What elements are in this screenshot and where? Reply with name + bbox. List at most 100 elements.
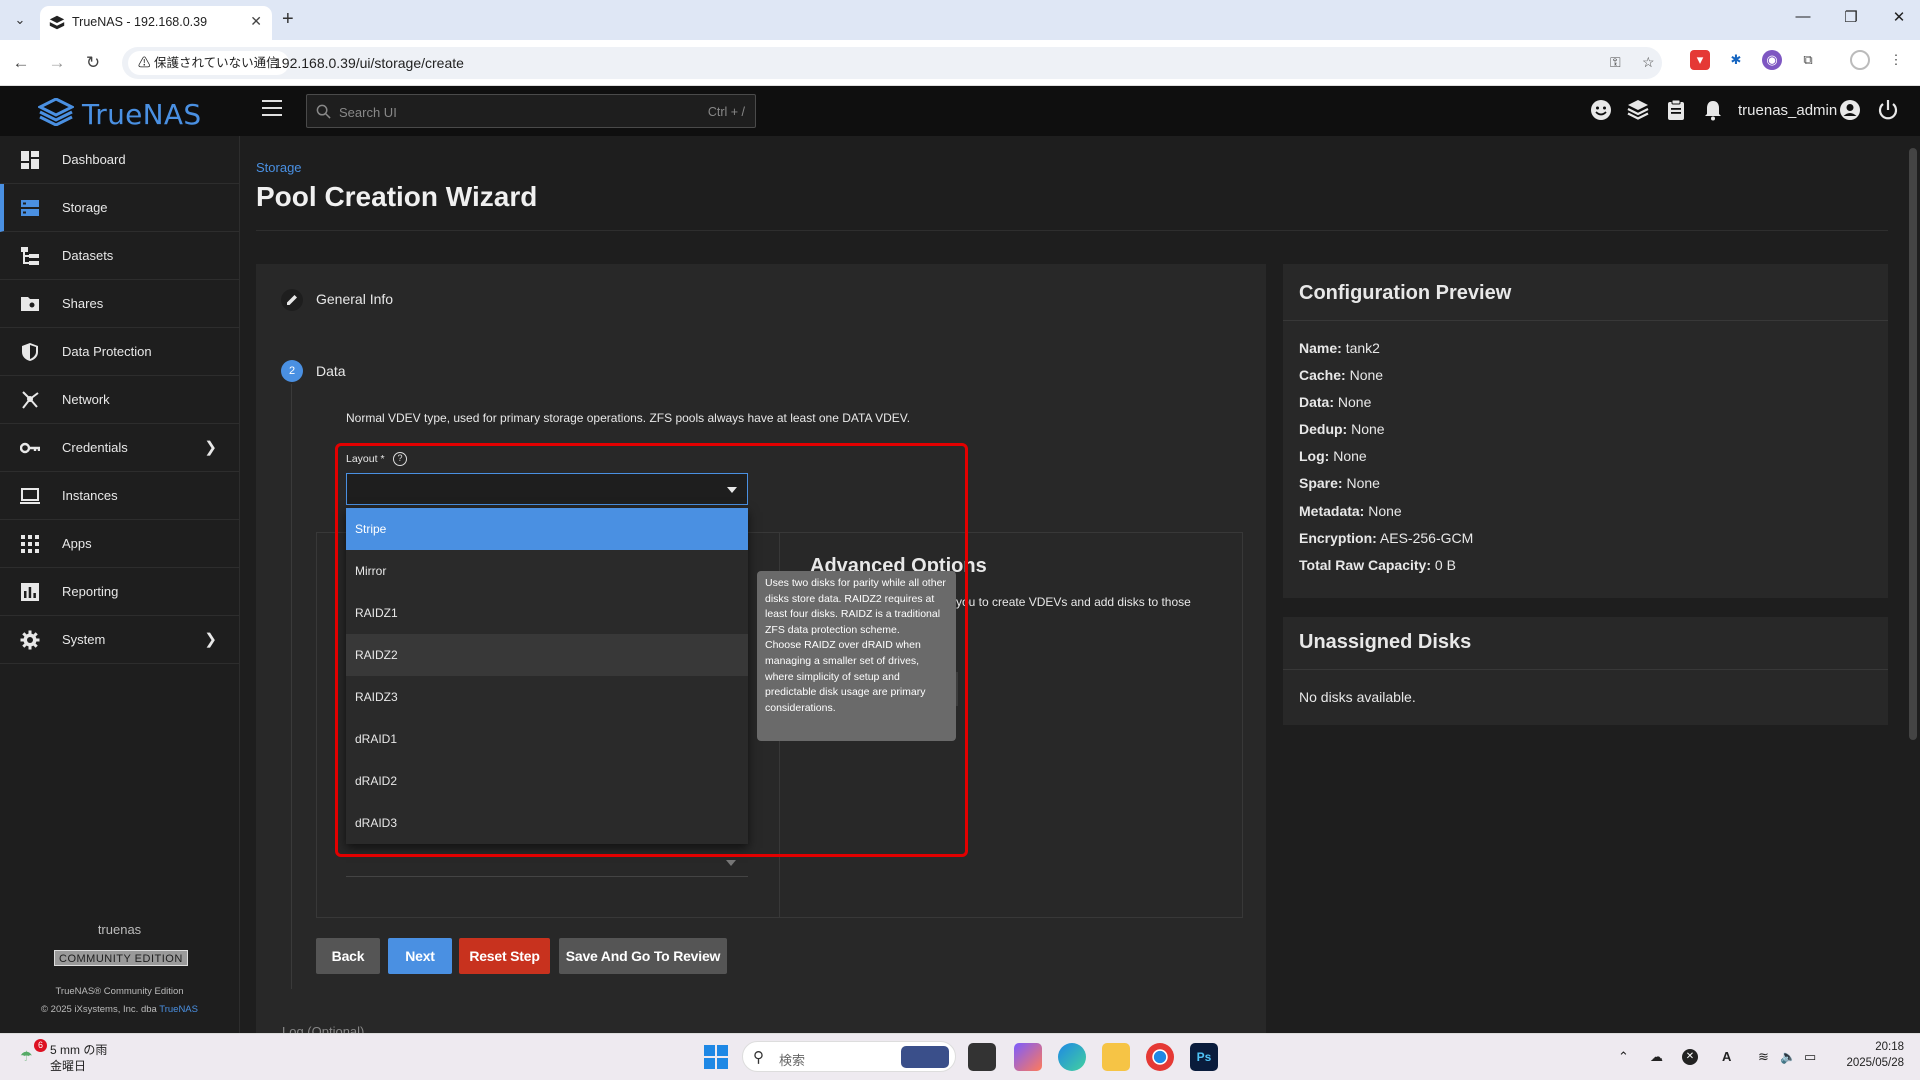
reset-step-button[interactable]: Reset Step — [459, 938, 550, 974]
search-input[interactable]: Search UI Ctrl + / — [306, 94, 756, 128]
clock-date[interactable]: 2025/05/28 — [1836, 1057, 1904, 1069]
menu-toggle-icon[interactable] — [262, 100, 282, 121]
browser-menu-icon[interactable]: ⋮ — [1886, 50, 1906, 70]
feedback-smiley-icon[interactable] — [1589, 98, 1613, 122]
chart-icon — [21, 583, 39, 601]
sidebar-item-label: Apps — [62, 536, 92, 551]
onedrive-cloud-icon[interactable]: ☁ — [1650, 1049, 1663, 1065]
dropdown-arrow-icon[interactable] — [726, 860, 736, 866]
weather-rain-icon[interactable]: ☂ — [20, 1048, 33, 1065]
reload-icon[interactable]: ↻ — [80, 50, 106, 76]
ime-indicator-icon[interactable]: A — [1722, 1049, 1731, 1064]
stepper-line — [291, 384, 292, 989]
chevron-right-icon: ❯ — [204, 631, 217, 648]
config-row-data: Data: None — [1299, 394, 1372, 410]
configuration-preview-title: Configuration Preview — [1299, 282, 1512, 304]
tab-close-icon[interactable]: ✕ — [250, 13, 262, 30]
extension-icon[interactable]: ✱ — [1726, 50, 1746, 70]
sidebar-item-storage[interactable]: Storage — [0, 184, 239, 232]
dashboard-icon — [21, 151, 39, 169]
url-text[interactable]: 192.168.0.39/ui/storage/create — [274, 55, 464, 71]
minimize-button[interactable]: — — [1788, 8, 1818, 25]
sidebar-item-network[interactable]: Network — [0, 376, 239, 424]
browser-tab[interactable]: TrueNAS - 192.168.0.39 ✕ — [40, 6, 272, 40]
weather-text[interactable]: 5 mm の雨 — [50, 1041, 107, 1058]
sidebar-item-instances[interactable]: Instances — [0, 472, 239, 520]
sidebar-item-apps[interactable]: Apps — [0, 520, 239, 568]
security-chip-label: 保護されていない通信 — [153, 56, 279, 70]
volume-icon[interactable]: 🔈 — [1780, 1049, 1796, 1065]
tray-overflow-icon[interactable]: ⌃ — [1618, 1049, 1629, 1065]
sidebar-item-data-protection[interactable]: Data Protection — [0, 328, 239, 376]
account-circle-icon[interactable] — [1838, 98, 1862, 122]
jobs-clipboard-icon[interactable] — [1664, 98, 1688, 122]
breadcrumb[interactable]: Storage — [256, 160, 302, 175]
windows-start-icon[interactable] — [704, 1045, 728, 1069]
hostname: truenas — [97, 922, 142, 937]
security-chip[interactable]: ⚠ 保護されていない通信 — [128, 51, 289, 75]
key-icon — [20, 442, 40, 454]
restore-button[interactable]: ❐ — [1836, 8, 1866, 26]
config-row-name: Name: tank2 — [1299, 340, 1380, 356]
profile-avatar-icon[interactable] — [1850, 50, 1870, 70]
sidebar-item-label: Data Protection — [62, 344, 152, 359]
divider — [1283, 320, 1888, 321]
sidebar-item-dashboard[interactable]: Dashboard — [0, 136, 239, 184]
sidebar-item-datasets[interactable]: Datasets — [0, 232, 239, 280]
page-title: Pool Creation Wizard — [256, 181, 538, 212]
wifi-icon[interactable]: ≋ — [1758, 1049, 1769, 1065]
scrollbar-thumb[interactable] — [1909, 148, 1917, 740]
taskbar-search[interactable]: ⚲ 検索 — [742, 1041, 956, 1072]
truecommand-icon[interactable] — [1626, 98, 1650, 122]
sidebar-item-shares[interactable]: Shares — [0, 280, 239, 328]
chrome-browser-icon[interactable] — [1146, 1043, 1174, 1071]
lens-extension-icon[interactable]: ◉ — [1762, 50, 1782, 70]
network-icon — [22, 391, 39, 409]
battery-icon[interactable]: ▭ — [1804, 1049, 1816, 1065]
back-button[interactable]: Back — [316, 938, 380, 974]
sidebar-item-credentials[interactable]: Credentials ❯ — [0, 424, 239, 472]
password-key-icon[interactable]: ⚿ — [1610, 54, 1621, 71]
search-icon: ⚲ — [753, 1049, 764, 1066]
search-highlight-image — [901, 1046, 949, 1068]
tab-search-button[interactable]: ⌄ — [8, 8, 32, 32]
config-row-log: Log: None — [1299, 448, 1367, 464]
back-nav-icon[interactable]: ← — [8, 50, 34, 76]
clock-time[interactable]: 20:18 — [1860, 1041, 1904, 1053]
file-explorer-icon[interactable] — [1102, 1043, 1130, 1071]
pocket-extension-icon[interactable]: ▾ — [1690, 50, 1710, 70]
notifications-bell-icon[interactable] — [1701, 98, 1725, 122]
edit-pencil-icon — [281, 289, 303, 311]
step-general-info[interactable]: General Info — [316, 291, 393, 307]
step-data[interactable]: Data — [316, 363, 346, 379]
save-and-review-button[interactable]: Save And Go To Review — [559, 938, 727, 974]
unassigned-disks-text: No disks available. — [1299, 689, 1416, 705]
window-close-button[interactable]: ✕ — [1884, 8, 1914, 26]
storage-icon — [21, 200, 39, 216]
next-button[interactable]: Next — [388, 938, 452, 974]
edge-browser-icon[interactable] — [1058, 1043, 1086, 1071]
gear-icon — [20, 630, 40, 650]
new-tab-button[interactable]: + — [282, 8, 294, 30]
copyright-line: © 2025 iXsystems, Inc. dba TrueNAS — [0, 1004, 239, 1015]
sidebar-item-reporting[interactable]: Reporting — [0, 568, 239, 616]
power-icon[interactable] — [1876, 98, 1900, 122]
puzzle-icon[interactable]: ⧉ — [1798, 50, 1818, 70]
browser-toolbar: ← → ↻ ⚠ 保護されていない通信 192.168.0.39/ui/stora… — [0, 40, 1920, 86]
tray-app-icon[interactable]: ✕ — [1682, 1049, 1698, 1065]
config-row-spare: Spare: None — [1299, 475, 1380, 491]
forward-nav-icon[interactable]: → — [44, 50, 70, 76]
username[interactable]: truenas_admin — [1738, 102, 1837, 119]
bookmark-star-icon[interactable]: ☆ — [1642, 54, 1655, 71]
config-row-capacity: Total Raw Capacity: 0 B — [1299, 557, 1456, 573]
sidebar-item-system[interactable]: System ❯ — [0, 616, 239, 664]
photoshop-icon[interactable]: Ps — [1190, 1043, 1218, 1071]
truenas-link[interactable]: TrueNAS — [159, 1004, 198, 1015]
task-view-icon[interactable] — [968, 1043, 996, 1071]
weather-badge: 6 — [34, 1039, 47, 1052]
chevron-right-icon: ❯ — [204, 439, 217, 456]
sidebar-item-label: Reporting — [62, 584, 119, 599]
address-bar[interactable]: ⚠ 保護されていない通信 192.168.0.39/ui/storage/cre… — [122, 47, 1662, 79]
search-placeholder: Search UI — [339, 105, 397, 120]
copilot-icon[interactable] — [1014, 1043, 1042, 1071]
